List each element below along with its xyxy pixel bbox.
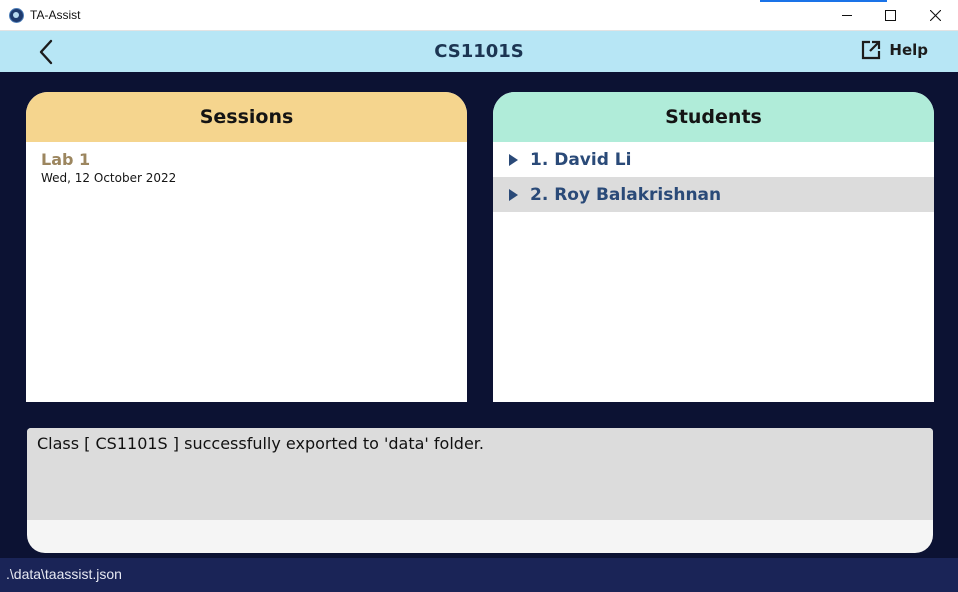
sessions-panel: Sessions Lab 1 Wed, 12 October 2022	[26, 92, 467, 402]
external-link-icon	[862, 40, 881, 60]
student-row[interactable]: 2. Roy Balakrishnan	[493, 177, 934, 212]
minimize-button[interactable]	[824, 0, 870, 30]
student-name: 2. Roy Balakrishnan	[530, 184, 722, 205]
data-file-path: .\data\taassist.json	[6, 566, 122, 582]
students-panel: Students 1. David Li 2. Roy Balakrishnan	[493, 92, 934, 402]
class-title: CS1101S	[434, 41, 524, 62]
status-bar: .\data\taassist.json	[0, 558, 958, 592]
close-icon	[929, 9, 941, 21]
student-row[interactable]: 1. David Li	[493, 142, 934, 177]
session-date: Wed, 12 October 2022	[41, 171, 177, 185]
help-label: Help	[889, 41, 928, 59]
window-titlebar: TA-Assist	[0, 0, 958, 31]
app-logo-icon	[9, 8, 24, 23]
maximize-icon	[884, 9, 896, 21]
minimize-icon	[842, 15, 852, 16]
student-name: 1. David Li	[530, 149, 632, 170]
close-button[interactable]	[912, 0, 958, 30]
sessions-header: Sessions	[26, 92, 467, 142]
students-header: Students	[493, 92, 934, 142]
session-list-item[interactable]: Lab 1 Wed, 12 October 2022	[26, 142, 467, 193]
maximize-button[interactable]	[867, 0, 913, 30]
session-name: Lab 1	[41, 150, 91, 169]
app-topbar: CS1101S Help	[0, 31, 958, 72]
expand-triangle-icon[interactable]	[509, 188, 518, 201]
expand-triangle-icon[interactable]	[509, 153, 518, 166]
help-button[interactable]: Help	[861, 40, 928, 60]
command-result-box: Class [ CS1101S ] successfully exported …	[27, 428, 933, 553]
result-message: Class [ CS1101S ] successfully exported …	[27, 428, 933, 520]
window-title: TA-Assist	[30, 8, 81, 22]
